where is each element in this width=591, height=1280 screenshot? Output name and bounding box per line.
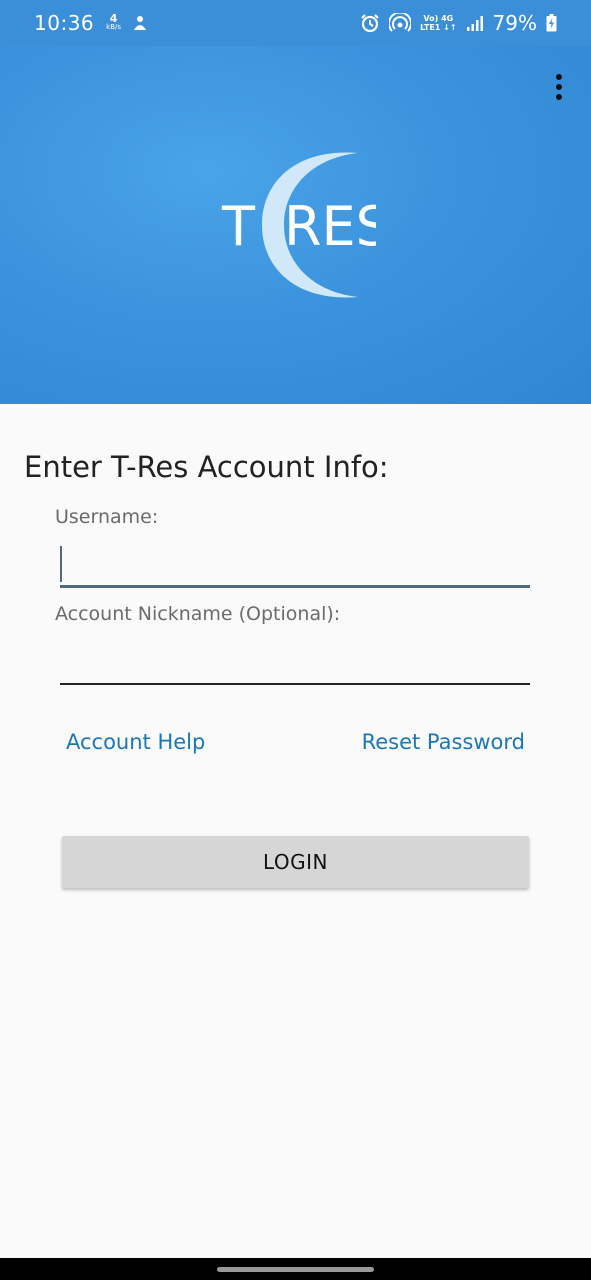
battery-percent: 79% [492,11,537,35]
status-time: 10:36 [34,11,95,35]
logo-letter-t: T [221,195,256,258]
network-line-1: Vo) 4G [423,14,454,23]
home-gesture-handle[interactable] [217,1267,374,1272]
form-title: Enter T-Res Account Info: [24,450,389,484]
login-screen: 10:36 4 kB/s Vo) 4G LTE1 ↓↑ 79% T RES En… [0,0,591,1280]
navigation-bar [0,1258,591,1280]
battery-charging-icon [546,14,557,32]
data-rate-value: 4 [109,12,118,25]
network-line-2: LTE1 ↓↑ [420,23,457,32]
nickname-input[interactable] [60,641,530,685]
alarm-icon [361,14,379,33]
text-cursor [60,546,62,582]
reset-password-link[interactable]: Reset Password [362,730,525,754]
data-rate: 4 kB/s [106,12,122,32]
logo-letters-res: RES [284,195,376,258]
network-type: Vo) 4G LTE1 ↓↑ [420,14,456,32]
data-rate-unit: kB/s [106,23,122,31]
username-input[interactable] [60,544,530,588]
signal-icon [466,16,483,31]
login-button[interactable]: LOGIN [62,836,529,888]
status-icons: Vo) 4G LTE1 ↓↑ 79% [360,11,557,35]
username-label: Username: [55,506,159,528]
hotspot-icon [389,13,412,32]
notification-icon [134,16,147,30]
status-bar: 10:36 4 kB/s Vo) 4G LTE1 ↓↑ 79% [0,0,591,46]
tres-logo: T RES [221,152,376,298]
more-vert-icon[interactable] [545,70,573,104]
app-header: T RES [0,46,591,404]
nickname-label: Account Nickname (Optional): [55,603,341,625]
account-help-link[interactable]: Account Help [66,730,205,754]
